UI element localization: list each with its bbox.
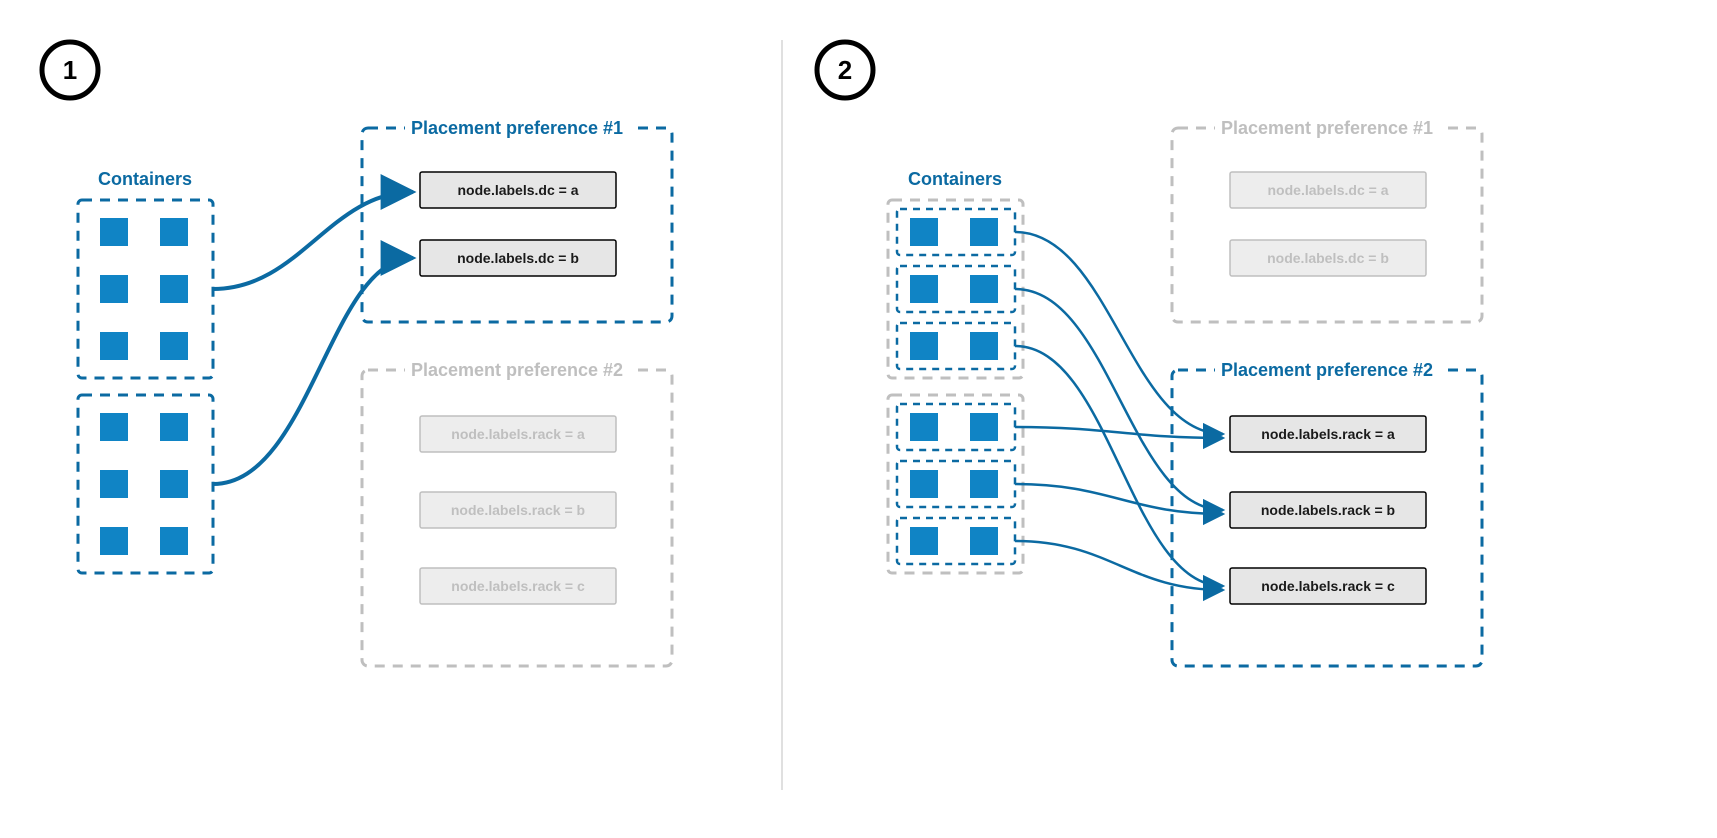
svg-text:node.labels.rack = b: node.labels.rack = b (451, 502, 585, 518)
pref2-item-left-1: node.labels.rack = b (420, 492, 616, 528)
step-badge-1: 1 (42, 42, 98, 98)
svg-text:node.labels.rack = a: node.labels.rack = a (1261, 426, 1395, 442)
container-pair-right-b0 (897, 404, 1015, 450)
container-block (160, 413, 188, 441)
pref2-item-right-1: node.labels.rack = b (1230, 492, 1426, 528)
container-block (970, 470, 998, 498)
pref2-item-left-0: node.labels.rack = a (420, 416, 616, 452)
pref1-item-right-0: node.labels.dc = a (1230, 172, 1426, 208)
container-block (100, 218, 128, 246)
container-block (160, 470, 188, 498)
svg-text:node.labels.dc = b: node.labels.dc = b (1267, 250, 1389, 266)
pref2-item-right-0: node.labels.rack = a (1230, 416, 1426, 452)
arrow-right-b0 (1015, 427, 1223, 438)
container-pair-right-b2 (897, 518, 1015, 564)
svg-text:node.labels.rack = b: node.labels.rack = b (1261, 502, 1395, 518)
pref1-title-left: Placement preference #1 (411, 118, 623, 138)
pref1-item-left-0: node.labels.dc = a (420, 172, 616, 208)
arrow-right-a2 (1015, 346, 1223, 586)
container-block (100, 413, 128, 441)
container-block (160, 527, 188, 555)
container-pair-right-a2 (897, 323, 1015, 369)
container-block (100, 332, 128, 360)
svg-text:node.labels.rack = a: node.labels.rack = a (451, 426, 585, 442)
pref1-item-right-1: node.labels.dc = b (1230, 240, 1426, 276)
containers-title-left: Containers (98, 169, 192, 189)
container-block (970, 332, 998, 360)
placement-pref-2-left: Placement preference #2 node.labels.rack… (362, 360, 672, 666)
svg-text:node.labels.rack = c: node.labels.rack = c (451, 578, 585, 594)
pref2-item-left-2: node.labels.rack = c (420, 568, 616, 604)
container-block (100, 470, 128, 498)
container-pair-right-a1 (897, 266, 1015, 312)
pref1-title-right: Placement preference #1 (1221, 118, 1433, 138)
pref2-item-right-2: node.labels.rack = c (1230, 568, 1426, 604)
pref2-title-left: Placement preference #2 (411, 360, 623, 380)
arrow-right-b2 (1015, 541, 1223, 590)
panel-right: 2 Containers Placement pref (817, 42, 1482, 666)
containers-outer-right-a (888, 200, 1023, 378)
svg-text:node.labels.dc = a: node.labels.dc = a (1268, 182, 1389, 198)
container-block (160, 218, 188, 246)
container-pair-right-a0 (897, 209, 1015, 255)
container-block (910, 275, 938, 303)
panel-left: 1 Containers Placement preference #1 nod… (42, 42, 672, 666)
container-block (910, 413, 938, 441)
containers-group-left-b (78, 395, 213, 573)
containers-title-right: Containers (908, 169, 1002, 189)
container-block (970, 275, 998, 303)
svg-text:node.labels.dc = a: node.labels.dc = a (458, 182, 579, 198)
container-block (160, 332, 188, 360)
container-block (970, 413, 998, 441)
step-badge-2: 2 (817, 42, 873, 98)
container-block (910, 332, 938, 360)
arrow-left-2 (213, 258, 413, 484)
container-block (100, 527, 128, 555)
arrow-left-1 (213, 192, 413, 289)
step-badge-1-label: 1 (63, 55, 77, 85)
container-block (970, 218, 998, 246)
container-block (910, 218, 938, 246)
containers-outer-right-b (888, 395, 1023, 573)
placement-pref-1-right: Placement preference #1 node.labels.dc =… (1172, 118, 1482, 322)
container-block (910, 470, 938, 498)
containers-group-left-a (78, 200, 213, 378)
container-block (970, 527, 998, 555)
container-block (160, 275, 188, 303)
container-block (100, 275, 128, 303)
svg-text:node.labels.rack = c: node.labels.rack = c (1261, 578, 1395, 594)
pref1-item-left-1: node.labels.dc = b (420, 240, 616, 276)
container-pair-right-b1 (897, 461, 1015, 507)
pref2-title-right: Placement preference #2 (1221, 360, 1433, 380)
container-block (910, 527, 938, 555)
svg-text:node.labels.dc = b: node.labels.dc = b (457, 250, 579, 266)
step-badge-2-label: 2 (838, 55, 852, 85)
arrow-right-b1 (1015, 484, 1223, 514)
arrow-right-a0 (1015, 232, 1223, 434)
placement-pref-1-left: Placement preference #1 node.labels.dc =… (362, 118, 672, 322)
